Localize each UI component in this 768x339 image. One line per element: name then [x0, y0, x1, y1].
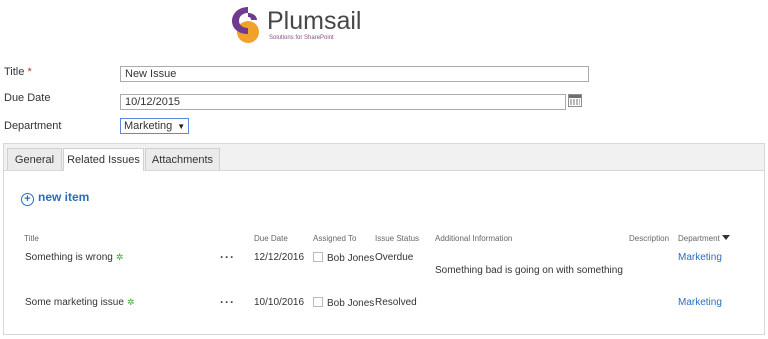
ellipsis-menu-icon[interactable]: ···	[220, 295, 235, 309]
dropdown-arrow-icon: ▼	[177, 122, 186, 131]
table-row: Something is wrong ✲ ··· 12/12/2016 Bob J…	[4, 248, 764, 284]
new-item-plus-icon: +	[21, 193, 34, 206]
col-header-department[interactable]: Department	[678, 234, 730, 243]
logo-tagline: Solutions for SharePoint	[269, 35, 334, 41]
col-header-department-label: Department	[678, 234, 720, 243]
title-label: Title *	[4, 66, 32, 78]
presence-checkbox-icon	[313, 297, 323, 307]
row-title-cell[interactable]: Something is wrong ✲	[25, 252, 123, 263]
title-label-text: Title	[4, 66, 25, 78]
logo-brand-text: Plumsail	[267, 7, 362, 35]
tab-general[interactable]: General	[7, 148, 62, 170]
filter-icon[interactable]	[721, 235, 730, 240]
tab-attachments[interactable]: Attachments	[145, 148, 220, 170]
new-item-label: new item	[38, 190, 90, 204]
row-additional-info: Something bad is going on with something	[435, 265, 623, 276]
col-header-due-date[interactable]: Due Date	[254, 234, 288, 243]
row-assigned-to: Bob Jones	[313, 297, 374, 309]
new-item-link[interactable]: + new item	[21, 190, 89, 206]
row-assigned-to-name[interactable]: Bob Jones	[327, 253, 374, 264]
required-mark: *	[27, 66, 32, 78]
tab-panel: General Related Issues Attachments + new …	[3, 143, 765, 335]
col-header-assigned-to[interactable]: Assigned To	[313, 234, 356, 243]
due-date-label: Due Date	[4, 92, 51, 104]
title-input[interactable]: New Issue	[120, 66, 589, 82]
tab-related-issues[interactable]: Related Issues	[63, 148, 144, 171]
col-header-additional-information[interactable]: Additional Information	[435, 234, 512, 243]
new-badge-icon: ✲	[115, 252, 124, 262]
department-label: Department	[4, 120, 62, 132]
col-header-issue-status[interactable]: Issue Status	[375, 234, 419, 243]
row-title-cell[interactable]: Some marketing issue ✲	[25, 297, 134, 308]
tab-attachments-label: Attachments	[151, 154, 214, 166]
col-header-title[interactable]: Title	[24, 234, 39, 243]
due-date-input[interactable]: 10/12/2015	[120, 94, 566, 110]
tab-general-label: General	[14, 154, 55, 166]
title-input-value: New Issue	[125, 68, 177, 80]
presence-checkbox-icon	[313, 252, 323, 262]
row-assigned-to: Bob Jones	[313, 252, 374, 264]
row-status: Resolved	[375, 297, 417, 308]
tab-bar: General Related Issues Attachments	[4, 144, 764, 171]
col-header-description[interactable]: Description	[629, 234, 669, 243]
calendar-icon[interactable]	[568, 94, 582, 107]
row-status: Overdue	[375, 252, 414, 263]
row-due-date: 10/10/2016	[254, 297, 305, 308]
new-badge-icon: ✲	[126, 297, 135, 307]
tab-related-issues-label: Related Issues	[67, 154, 140, 166]
ellipsis-menu-icon[interactable]: ···	[220, 250, 235, 264]
plumsail-logo-icon	[232, 7, 259, 43]
row-department-link[interactable]: Marketing	[678, 297, 722, 308]
row-due-date: 12/12/2016	[254, 252, 305, 263]
due-date-value: 10/12/2015	[125, 96, 181, 108]
row-title[interactable]: Something is wrong	[25, 252, 113, 263]
department-select[interactable]: Marketing ▼	[120, 118, 190, 134]
row-department-link[interactable]: Marketing	[678, 252, 722, 263]
table-row: Some marketing issue ✲ ··· 10/10/2016 Bob…	[4, 294, 764, 318]
department-selected-value: Marketing	[124, 120, 173, 132]
row-assigned-to-name[interactable]: Bob Jones	[327, 298, 374, 309]
row-title[interactable]: Some marketing issue	[25, 297, 124, 308]
